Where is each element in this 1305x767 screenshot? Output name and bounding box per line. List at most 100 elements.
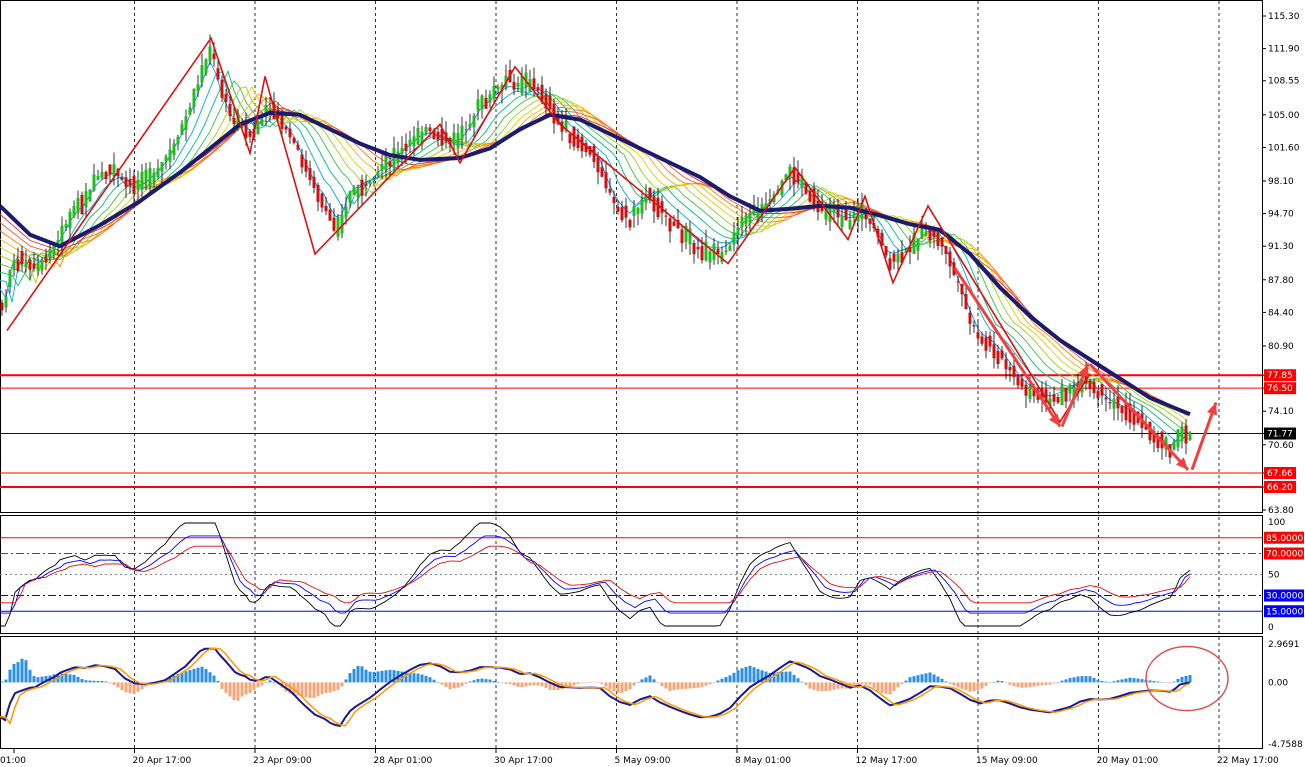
macd-histogram-bar (1136, 678, 1140, 683)
candle-body (844, 209, 848, 221)
candle-body (460, 125, 464, 141)
macd-histogram-bar (1124, 678, 1128, 683)
macd-histogram-bar (808, 682, 812, 689)
macd-histogram-bar (584, 682, 588, 683)
stoch-tick-label: 100 (1268, 518, 1285, 528)
x-tick-label: 20 May 01:00 (1097, 756, 1159, 766)
stoch-tick-label: 85.0000 (1266, 534, 1303, 544)
price-label: 71.77 (1267, 430, 1293, 440)
macd-histogram-bar (860, 682, 864, 685)
macd-histogram-bar (476, 678, 480, 683)
candle-body (568, 133, 572, 144)
candle-body (132, 175, 136, 195)
candle-body (808, 190, 812, 202)
x-tick-label: 15 May 09:00 (976, 756, 1038, 766)
macd-histogram-bar (1024, 682, 1028, 688)
x-tick-label: 23 Apr 09:00 (253, 756, 312, 766)
candle-body (108, 164, 112, 175)
macd-histogram-bar (720, 678, 724, 683)
macd-histogram-bar (916, 675, 920, 683)
candle-body (332, 217, 336, 231)
macd-histogram-bar (868, 682, 872, 685)
macd-histogram-bar (532, 682, 536, 686)
candle-body (680, 229, 684, 244)
candle-body (372, 179, 376, 181)
macd-histogram-bar (480, 678, 484, 683)
macd-histogram-bar (948, 682, 952, 685)
candle-body (1060, 385, 1064, 405)
macd-histogram-bar (1172, 681, 1176, 683)
macd-histogram-bar (660, 682, 664, 687)
macd-histogram-bar (972, 682, 976, 691)
candle-body (36, 262, 40, 271)
macd-histogram-bar (448, 682, 452, 690)
macd-tick-label: -4.7588 (1268, 740, 1303, 750)
macd-histogram-bar (648, 675, 652, 683)
macd-histogram-bar (588, 682, 592, 683)
macd-histogram-bar (604, 682, 608, 687)
macd-histogram-bar (876, 682, 880, 692)
x-tick-label: 30 Apr 17:00 (494, 756, 553, 766)
macd-histogram-bar (200, 666, 204, 683)
macd-histogram-bar (1148, 680, 1152, 683)
candle-body (12, 260, 16, 271)
candle-body (296, 144, 300, 150)
time-axis: 01:00 20 Apr 17:00 23 Apr 09:00 28 Apr 01:0… (0, 749, 1279, 766)
candle-body (300, 154, 304, 168)
candle-body (160, 162, 164, 172)
macd-histogram-bar (12, 663, 16, 683)
macd-histogram-bar (644, 677, 648, 683)
candle-body (892, 253, 896, 262)
macd-histogram-bar (1168, 682, 1172, 684)
macd-histogram-bar (488, 679, 492, 683)
candle-body (352, 187, 356, 195)
candle-body (348, 191, 352, 203)
macd-histogram-bar (72, 674, 76, 683)
macd-histogram-bar (1084, 676, 1088, 683)
candle-body (1176, 429, 1180, 448)
macd-panel-frame (0, 636, 1263, 749)
macd-tick-label: 2.9691 (1268, 640, 1300, 650)
macd-histogram-bar (956, 682, 960, 688)
macd-histogram-bar (904, 680, 908, 683)
macd-histogram-bar (640, 679, 644, 683)
candle-body (1120, 406, 1124, 414)
candle-body (632, 206, 636, 216)
candle-body (304, 159, 308, 172)
candle-body (324, 205, 328, 212)
candle-body (248, 130, 252, 137)
macd-histogram-bar (1008, 682, 1012, 685)
macd-histogram-bar (124, 682, 128, 693)
candle-body (496, 86, 500, 90)
candle-body (124, 177, 128, 187)
macd-histogram-bar (960, 682, 964, 689)
candle-body (612, 196, 616, 204)
candle-body (312, 176, 316, 188)
stoch-tick-label: 15.0000 (1266, 607, 1303, 617)
macd-histogram-bar (1044, 682, 1048, 685)
macd-histogram-bar (612, 682, 616, 692)
candle-body (232, 117, 236, 124)
macd-histogram-bar (100, 681, 104, 683)
y-tick-label: 108.55 (1268, 77, 1300, 87)
candle-body (972, 325, 976, 327)
macd-histogram-bar (812, 682, 816, 690)
candle-body (640, 199, 644, 214)
macd-histogram-bar (96, 680, 100, 683)
macd-histogram-bar (220, 682, 224, 690)
macd-histogram-bar (740, 668, 744, 683)
macd-histogram-bar (204, 668, 208, 683)
candle-body (156, 167, 160, 178)
macd-histogram-bar (504, 682, 508, 684)
macd-histogram-bar (828, 682, 832, 691)
macd-histogram-bar (1028, 682, 1032, 688)
macd-histogram-bar (484, 679, 488, 683)
y-tick-label: 101.60 (1268, 143, 1300, 153)
candle-body (164, 156, 168, 162)
macd-histogram-bar (752, 667, 756, 683)
macd-histogram-bar (996, 680, 1000, 683)
macd-histogram-bar (792, 674, 796, 683)
macd-histogram-bar (368, 671, 372, 683)
macd-histogram-bar (1016, 682, 1020, 688)
candle-body (308, 168, 312, 181)
